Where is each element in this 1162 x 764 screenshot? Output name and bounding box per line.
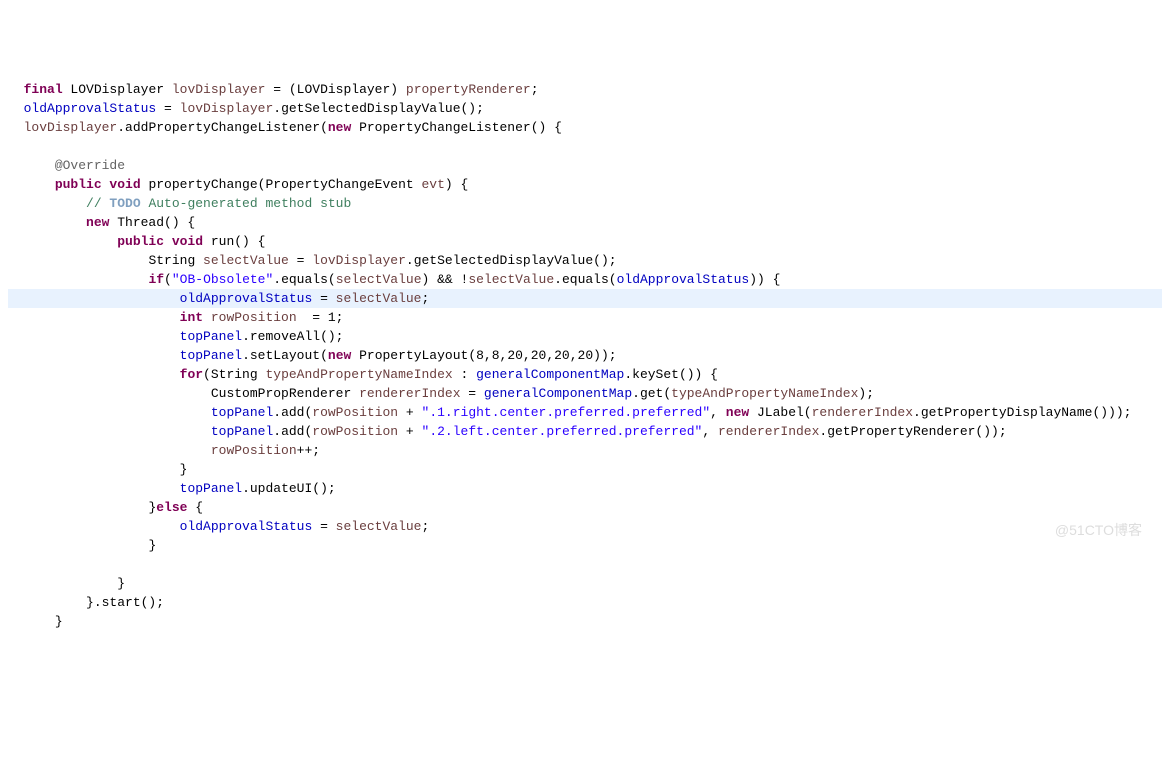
code-line: }.start(); (8, 593, 1162, 612)
code-line (8, 137, 1162, 156)
code-line: int rowPosition = 1; (8, 308, 1162, 327)
code-line: topPanel.removeAll(); (8, 327, 1162, 346)
code-line: topPanel.add(rowPosition + ".2.left.cent… (8, 422, 1162, 441)
code-line: CustomPropRenderer rendererIndex = gener… (8, 384, 1162, 403)
code-line: public void propertyChange(PropertyChang… (8, 175, 1162, 194)
code-line: } (8, 460, 1162, 479)
code-line: topPanel.setLayout(new PropertyLayout(8,… (8, 346, 1162, 365)
code-line: } (8, 536, 1162, 555)
code-line: topPanel.add(rowPosition + ".1.right.cen… (8, 403, 1162, 422)
code-line: for(String typeAndPropertyNameIndex : ge… (8, 365, 1162, 384)
code-line: public void run() { (8, 232, 1162, 251)
code-line: } (8, 612, 1162, 631)
code-line (8, 555, 1162, 574)
code-line: String selectValue = lovDisplayer.getSel… (8, 251, 1162, 270)
code-editor[interactable]: final LOVDisplayer lovDisplayer = (LOVDi… (8, 80, 1162, 631)
code-line-highlighted: oldApprovalStatus = selectValue; (8, 289, 1162, 308)
code-line: oldApprovalStatus = lovDisplayer.getSele… (8, 99, 1162, 118)
code-line: lovDisplayer.addPropertyChangeListener(n… (8, 118, 1162, 137)
code-line: }else { (8, 498, 1162, 517)
code-line: final LOVDisplayer lovDisplayer = (LOVDi… (8, 80, 1162, 99)
code-line: @Override (8, 156, 1162, 175)
code-line: new Thread() { (8, 213, 1162, 232)
watermark: @51CTO博客 (1055, 521, 1142, 540)
code-line: // TODO Auto-generated method stub (8, 194, 1162, 213)
code-line: } (8, 574, 1162, 593)
code-line: rowPosition++; (8, 441, 1162, 460)
code-line: if("OB-Obsolete".equals(selectValue) && … (8, 270, 1162, 289)
code-line: topPanel.updateUI(); (8, 479, 1162, 498)
code-line: oldApprovalStatus = selectValue; (8, 517, 1162, 536)
